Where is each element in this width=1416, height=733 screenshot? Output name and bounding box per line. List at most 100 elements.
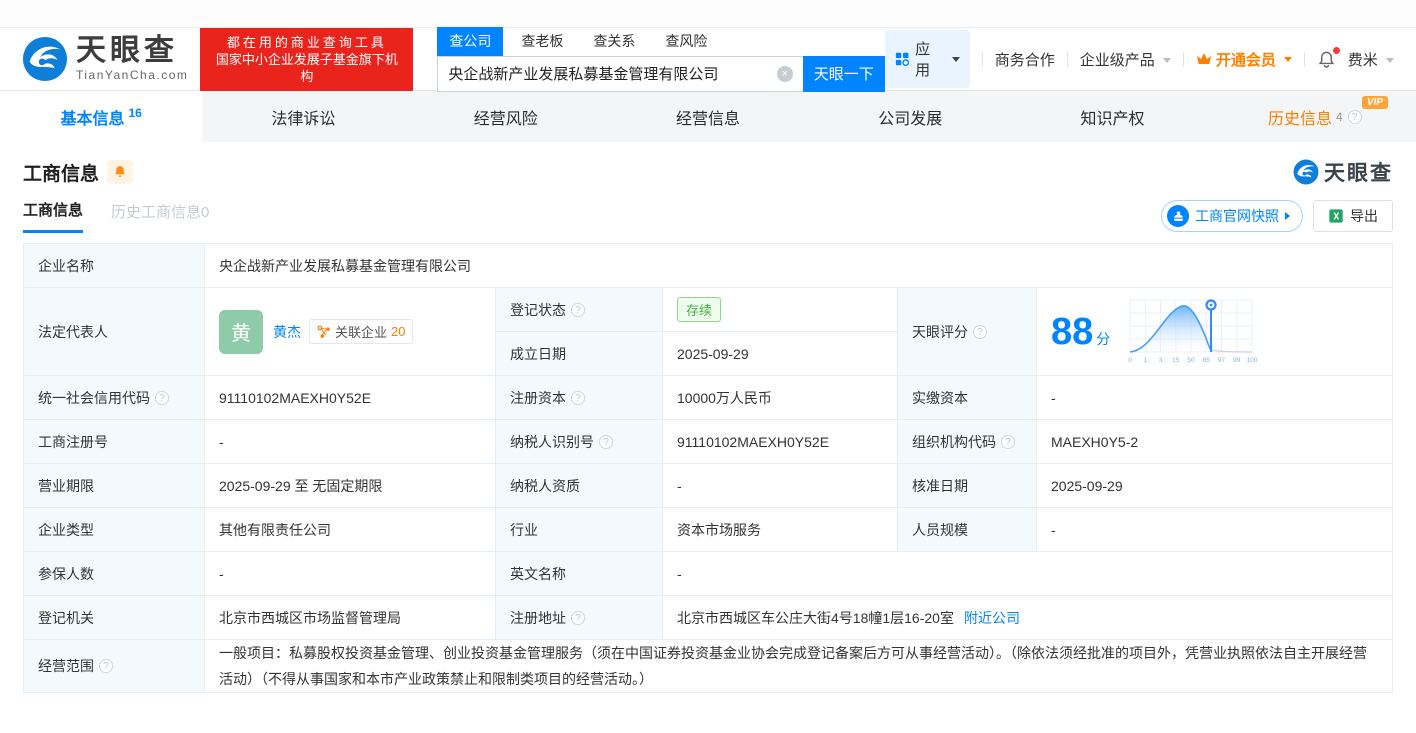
tick-label: 85 <box>1203 357 1211 364</box>
table-row: 登记机关 北京市西城区市场监督管理局 注册地址? 北京市西城区车公庄大街4号18… <box>23 595 1393 640</box>
monitor-bell-button[interactable] <box>107 160 134 184</box>
menu-cooperation[interactable]: 商务合作 <box>995 49 1055 70</box>
tab-basic-info[interactable]: 基本信息 16 <box>0 91 203 142</box>
tianyan-score: 88 分 0 1 3 15 50 85 97 99 100 <box>1051 296 1378 368</box>
tianyancha-logo-icon <box>22 36 68 82</box>
tianyancha-logo[interactable]: 天眼查 TianYanCha.com <box>22 36 188 82</box>
vip-badge: VIP <box>1361 96 1388 109</box>
snapshot-label: 工商官网快照 <box>1195 208 1279 224</box>
search-tab-risk[interactable]: 查风险 <box>653 27 719 56</box>
help-icon[interactable]: ? <box>973 324 987 339</box>
clear-icon[interactable]: × <box>776 65 793 82</box>
nearby-companies-link[interactable]: 附近公司 <box>964 608 1020 628</box>
company-name-value: 央企战新产业发展私募基金管理有限公司 <box>204 243 1393 288</box>
tab-label: 基本信息 <box>60 110 125 128</box>
tab-operation-risk[interactable]: 经营风险 <box>405 91 607 142</box>
legal-rep-name-link[interactable]: 黄杰 <box>273 322 301 342</box>
table-row: 法定代表人 黄 黄杰 关联企业 20 登记状态 ? 存续 天眼评分 ? 88 分… <box>23 287 1393 376</box>
subtab-business-info[interactable]: 工商信息 <box>23 199 84 233</box>
menu-enterprise[interactable]: 企业级产品 <box>1080 49 1171 70</box>
business-scope-value: 一般项目：私募股权投资基金管理、创业投资基金管理服务（须在中国证券投资基金业协会… <box>204 639 1393 693</box>
related-companies-badge[interactable]: 关联企业 20 <box>309 319 414 344</box>
search-tab-relation[interactable]: 查关系 <box>581 27 647 56</box>
table-row: 参保人数 - 英文名称 - <box>23 551 1393 596</box>
english-name-value: - <box>662 551 1393 596</box>
tab-legal-proceedings[interactable]: 法律诉讼 <box>202 91 404 142</box>
company-nav-tabs: 基本信息 16 法律诉讼 经营风险 经营信息 公司发展 知识产权 历史信息 4 … <box>0 90 1416 142</box>
taxpayer-quality-label: 纳税人资质 <box>495 463 663 508</box>
tianyancha-logo-icon <box>1293 159 1319 185</box>
company-name-label: 企业名称 <box>23 243 205 288</box>
user-menu[interactable]: 费米 <box>1348 49 1394 70</box>
search-tab-company[interactable]: 查公司 <box>437 26 504 56</box>
table-row: 工商注册号 - 纳税人识别号? 91110102MAEXH0Y52E 组织机构代… <box>23 419 1393 464</box>
tab-label: 经营信息 <box>675 110 740 128</box>
chevron-down-icon <box>1283 56 1292 62</box>
establish-date-label: 成立日期 <box>495 331 663 376</box>
reg-authority-label: 登记机关 <box>23 595 205 640</box>
table-row: 企业类型 其他有限责任公司 行业 资本市场服务 人员规模 - <box>23 507 1393 552</box>
tab-operation-info[interactable]: 经营信息 <box>607 91 809 142</box>
score-unit: 分 <box>1096 330 1111 347</box>
open-vip-button[interactable]: 开通会员 <box>1196 49 1292 70</box>
subtab-history-business-info[interactable]: 历史工商信息0 <box>111 201 209 232</box>
table-row: 经营范围? 一般项目：私募股权投资基金管理、创业投资基金管理服务（须在中国证券投… <box>23 639 1393 693</box>
tab-count: 16 <box>128 105 142 120</box>
tab-company-development[interactable]: 公司发展 <box>809 91 1011 142</box>
chevron-down-icon <box>1162 58 1171 64</box>
main-content: 工商信息 天眼查 工商信息 历史工商信息0 工商官网快照 导出 企业名称 央企战… <box>0 157 1416 693</box>
related-label: 关联企业 <box>335 325 388 340</box>
reg-address-value: 北京市西城区车公庄大街4号18幢1层16-20室 <box>677 609 954 626</box>
help-icon[interactable]: ? <box>99 659 113 673</box>
notification-bell[interactable] <box>1317 46 1340 69</box>
enterprise-label: 企业级产品 <box>1079 51 1155 69</box>
search-area: 查公司 查老板 查关系 查风险 × 天眼一下 <box>437 26 885 92</box>
reg-authority-value: 北京市西城区市场监督管理局 <box>204 595 496 640</box>
apps-menu[interactable]: 应用 <box>884 30 970 88</box>
site-header: 天眼查 TianYanCha.com 都在用的商业查询工具 国家中小企业发展子基… <box>0 26 1416 92</box>
tab-intellectual-property[interactable]: 知识产权 <box>1011 91 1213 142</box>
help-icon[interactable]: ? <box>571 302 585 317</box>
help-icon[interactable]: ? <box>1347 109 1362 124</box>
org-code-value: MAEXH0Y5-2 <box>1036 419 1393 464</box>
help-icon[interactable]: ? <box>155 390 169 405</box>
company-type-label: 企业类型 <box>23 507 205 552</box>
reg-address-label: 注册地址 <box>510 609 566 626</box>
insured-count-value: - <box>204 551 496 596</box>
divider <box>1066 51 1068 67</box>
related-count: 20 <box>391 324 406 339</box>
help-icon[interactable]: ? <box>599 434 613 449</box>
official-snapshot-button[interactable]: 工商官网快照 <box>1161 200 1303 232</box>
approval-date-value: 2025-09-29 <box>1036 463 1393 508</box>
network-icon <box>317 325 330 338</box>
reg-capital-label: 注册资本 <box>510 389 566 406</box>
logo-name: 天眼查 <box>76 34 178 67</box>
browser-top-strip <box>0 0 1416 28</box>
search-box: × <box>437 55 803 92</box>
stamp-icon <box>1167 205 1189 227</box>
help-icon[interactable]: ? <box>571 610 585 625</box>
table-row: 企业名称 央企战新产业发展私募基金管理有限公司 <box>23 243 1393 288</box>
search-submit-button[interactable]: 天眼一下 <box>802 55 885 92</box>
watermark-logo: 天眼查 <box>1293 157 1393 187</box>
tick-label: 100 <box>1247 357 1258 364</box>
tab-history-info[interactable]: 历史信息 4 ? VIP <box>1214 91 1416 142</box>
excel-icon <box>1329 209 1343 223</box>
promo-line2: 国家中小企业发展子基金旗下机构 <box>215 51 398 84</box>
export-label: 导出 <box>1350 208 1378 224</box>
promo-banner: 都在用的商业查询工具 国家中小企业发展子基金旗下机构 <box>200 27 414 91</box>
chevron-down-icon <box>951 56 960 62</box>
search-input[interactable] <box>438 65 777 82</box>
search-tab-boss[interactable]: 查老板 <box>509 27 575 56</box>
legal-rep-avatar[interactable]: 黄 <box>219 309 263 354</box>
help-icon[interactable]: ? <box>1001 434 1015 449</box>
help-icon[interactable]: ? <box>571 390 585 405</box>
approval-date-label: 核准日期 <box>897 463 1037 508</box>
arrow-right-icon <box>1285 212 1290 220</box>
tab-label: 公司发展 <box>878 110 943 128</box>
vip-label: 开通会员 <box>1215 51 1276 69</box>
apps-grid-icon <box>895 52 909 66</box>
staff-size-label: 人员规模 <box>897 507 1037 552</box>
bell-icon <box>115 166 125 177</box>
export-button[interactable]: 导出 <box>1313 200 1393 232</box>
